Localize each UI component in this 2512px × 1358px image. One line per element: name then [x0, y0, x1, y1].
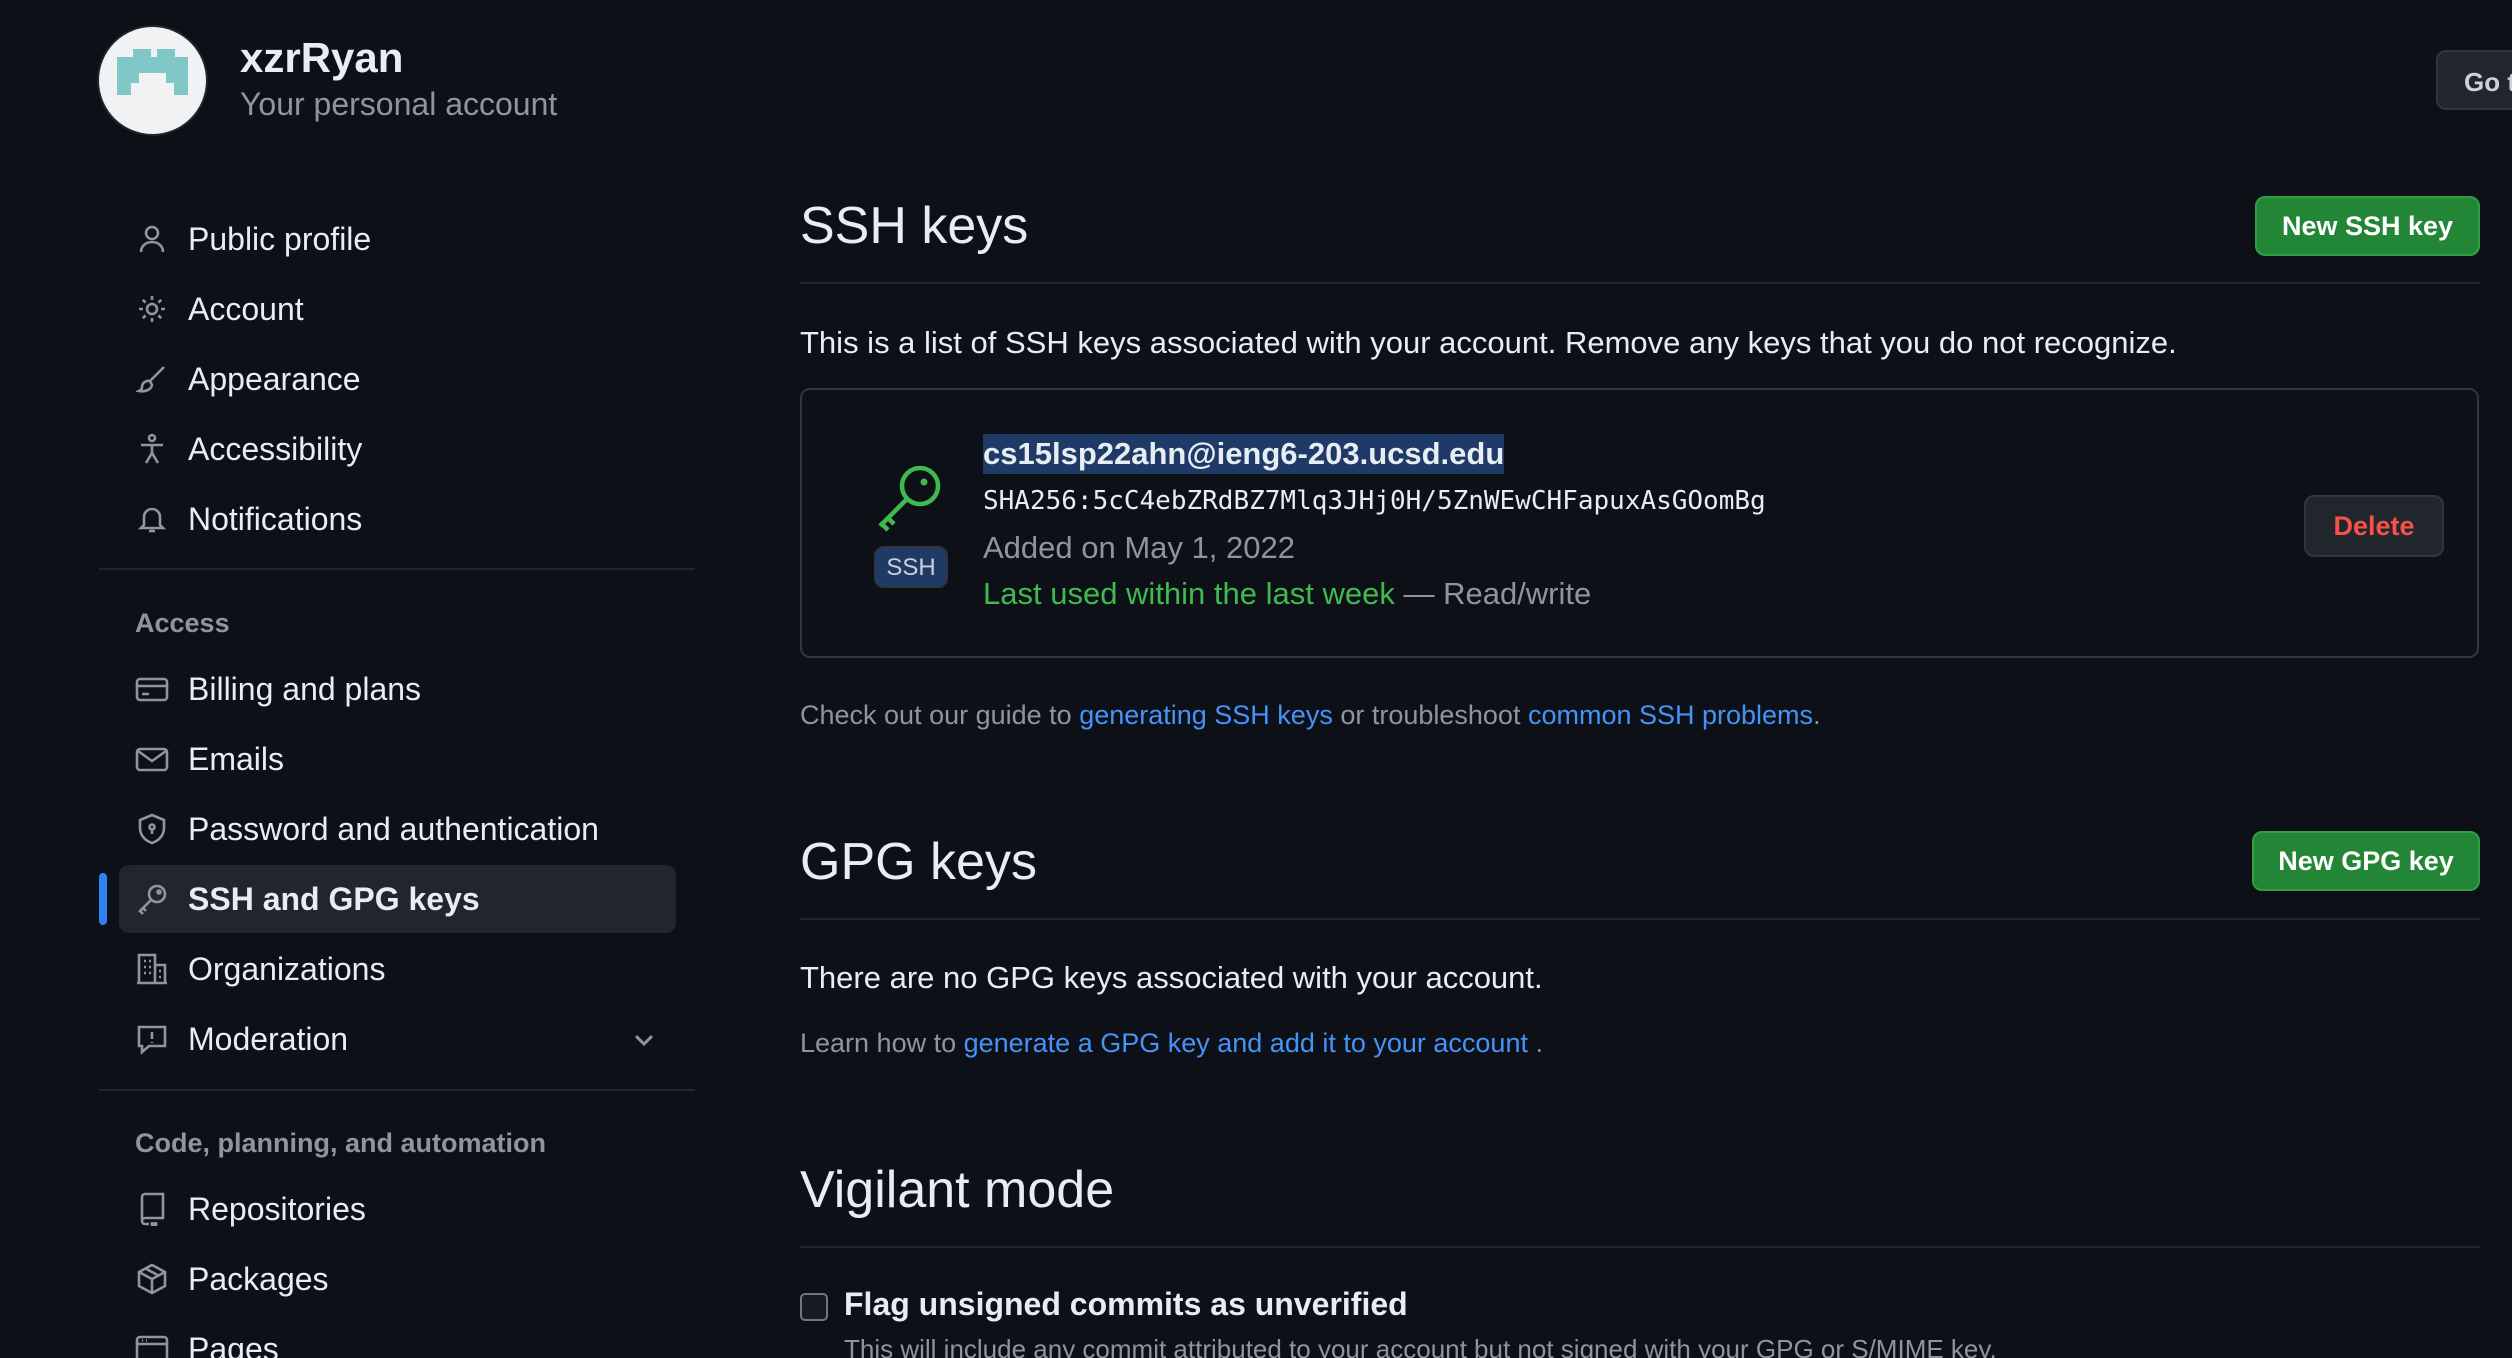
- ssh-key-last-used: Last used within the last week — Read/wr…: [983, 576, 1591, 612]
- access-level-text: — Read/write: [1394, 576, 1592, 611]
- go-to-profile-button[interactable]: Go to your personal profile: [2436, 50, 2512, 110]
- sidebar-item-public-profile[interactable]: Public profile: [119, 205, 676, 273]
- sidebar-item-accessibility[interactable]: Accessibility: [119, 415, 676, 483]
- gear-icon: [134, 291, 170, 327]
- sidebar-divider: [99, 568, 695, 570]
- sidebar-divider: [99, 1089, 695, 1091]
- guide-prefix: Check out our guide to: [800, 700, 1080, 730]
- sidebar-item-account[interactable]: Account: [119, 275, 676, 343]
- sidebar-item-label: Account: [188, 290, 304, 327]
- account-header: xzrRyan Your personal account: [99, 27, 557, 134]
- sidebar-item-repositories[interactable]: Repositories: [119, 1175, 676, 1243]
- sidebar-item-label: Appearance: [188, 360, 361, 397]
- sidebar-item-label: Moderation: [188, 1020, 349, 1057]
- sidebar-item-packages[interactable]: Packages: [119, 1245, 676, 1313]
- key-icon: [872, 460, 948, 541]
- username[interactable]: xzrRyan: [240, 32, 557, 84]
- guide-middle: or troubleshoot: [1332, 700, 1528, 730]
- ssh-badge: SSH: [874, 546, 948, 588]
- active-indicator: [99, 873, 107, 925]
- ssh-key-fingerprint: SHA256:5cC4ebZRdBZ7Mlq3JHj0H/5ZnWEwCHFap…: [983, 486, 1766, 516]
- gpg-learn-text: Learn how to generate a GPG key and add …: [800, 1028, 1543, 1059]
- sidebar-item-label: Accessibility: [188, 430, 363, 467]
- sidebar-item-label: Billing and plans: [188, 670, 422, 707]
- section-divider: [800, 1246, 2480, 1248]
- person-icon: [134, 221, 170, 257]
- section-divider: [800, 282, 2480, 284]
- new-gpg-key-button[interactable]: New GPG key: [2252, 831, 2480, 891]
- header-text: xzrRyan Your personal account: [240, 32, 557, 124]
- last-used-text: Last used within the last week: [983, 576, 1395, 611]
- organization-icon: [134, 951, 170, 987]
- report-icon: [134, 1021, 170, 1057]
- sidebar-item-label: Organizations: [188, 950, 386, 987]
- mail-icon: [134, 741, 170, 777]
- flag-unsigned-commits-description: This will include any commit attributed …: [844, 1334, 1997, 1358]
- sidebar-item-label: Public profile: [188, 220, 372, 257]
- gpg-empty-text: There are no GPG keys associated with yo…: [800, 960, 1543, 995]
- sidebar-item-organizations[interactable]: Organizations: [119, 935, 676, 1003]
- ssh-keys-title: SSH keys: [800, 197, 1029, 255]
- bell-icon: [134, 501, 170, 537]
- browser-icon: [134, 1331, 170, 1358]
- ssh-key-item: SSH cs15lsp22ahn@ieng6-203.ucsd.edu SHA2…: [800, 388, 2479, 658]
- shield-lock-icon: [134, 811, 170, 847]
- repo-icon: [134, 1191, 170, 1227]
- sidebar-item-label: Pages: [188, 1330, 279, 1358]
- sidebar-heading-access: Access: [135, 608, 230, 638]
- sidebar-item-moderation[interactable]: Moderation: [119, 1005, 676, 1073]
- sidebar-heading-code: Code, planning, and automation: [135, 1128, 546, 1158]
- ssh-key-title: cs15lsp22ahn@ieng6-203.ucsd.edu: [983, 434, 1505, 474]
- learn-prefix: Learn how to: [800, 1028, 964, 1058]
- flag-unsigned-commits-checkbox[interactable]: [800, 1293, 828, 1321]
- sidebar-item-appearance[interactable]: Appearance: [119, 345, 676, 413]
- sidebar-item-label: Packages: [188, 1260, 329, 1297]
- gpg-keys-title: GPG keys: [800, 833, 1037, 891]
- package-icon: [134, 1261, 170, 1297]
- paintbrush-icon: [134, 361, 170, 397]
- sidebar-item-pages[interactable]: Pages: [119, 1315, 676, 1358]
- generating-ssh-keys-link[interactable]: generating SSH keys: [1079, 700, 1333, 730]
- section-divider: [800, 918, 2480, 920]
- sidebar-item-label: Notifications: [188, 500, 363, 537]
- sidebar-item-label: Password and authentication: [188, 810, 599, 847]
- ssh-guide-text: Check out our guide to generating SSH ke…: [800, 700, 1821, 731]
- generate-gpg-key-link[interactable]: generate a GPG key and add it to your ac…: [964, 1028, 1528, 1058]
- sidebar-item-notifications[interactable]: Notifications: [119, 485, 676, 553]
- ssh-key-added-date: Added on May 1, 2022: [983, 530, 1295, 565]
- credit-card-icon: [134, 671, 170, 707]
- sidebar-item-label: Repositories: [188, 1190, 366, 1227]
- flag-unsigned-commits-label[interactable]: Flag unsigned commits as unverified: [844, 1286, 1408, 1323]
- settings-page: xzrRyan Your personal account Go to your…: [0, 0, 2512, 1358]
- sidebar-item-emails[interactable]: Emails: [119, 725, 676, 793]
- sidebar-item-label: Emails: [188, 740, 285, 777]
- vigilant-mode-title: Vigilant mode: [800, 1161, 1115, 1219]
- common-ssh-problems-link[interactable]: common SSH problems: [1528, 700, 1813, 730]
- ssh-description: This is a list of SSH keys associated wi…: [800, 325, 2177, 360]
- key-icon: [134, 881, 170, 917]
- new-ssh-key-button[interactable]: New SSH key: [2255, 196, 2480, 256]
- avatar[interactable]: [99, 27, 206, 134]
- chevron-down-icon[interactable]: [630, 1025, 658, 1062]
- delete-key-button[interactable]: Delete: [2304, 495, 2444, 557]
- accessibility-icon: [134, 431, 170, 467]
- sidebar-item-label: SSH and GPG keys: [188, 880, 480, 917]
- sidebar-item-password-authentication[interactable]: Password and authentication: [119, 795, 676, 863]
- account-subtitle: Your personal account: [240, 85, 558, 122]
- sidebar-item-billing[interactable]: Billing and plans: [119, 655, 676, 723]
- guide-suffix: .: [1813, 700, 1821, 730]
- learn-suffix: .: [1527, 1028, 1543, 1058]
- sidebar-item-ssh-gpg-keys[interactable]: SSH and GPG keys: [119, 865, 676, 933]
